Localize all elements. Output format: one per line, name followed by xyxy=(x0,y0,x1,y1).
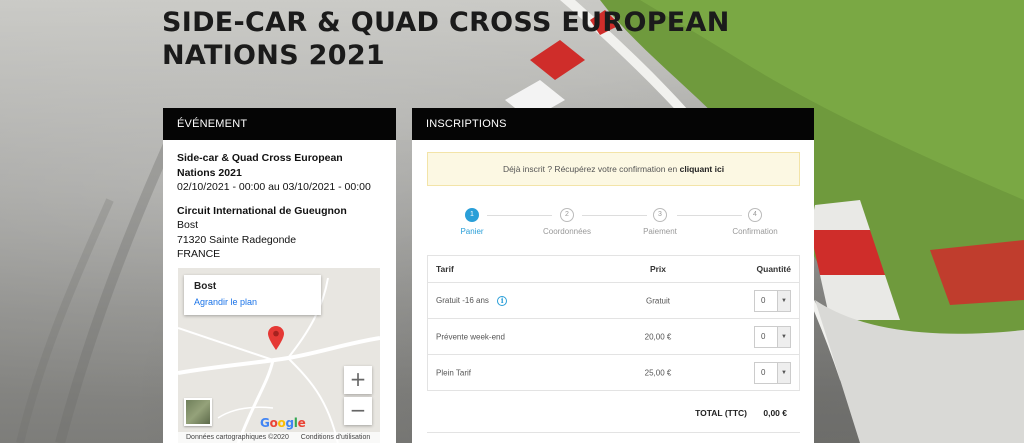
event-dates: 02/10/2021 - 00:00 au 03/10/2021 - 00:00 xyxy=(177,181,371,193)
table-row: Plein Tarif 25,00 € 0 ▼ xyxy=(428,355,799,391)
already-registered-alert: Déjà inscrit ? Récupérez votre confirmat… xyxy=(427,152,800,186)
tariff-name-cell: Gratuit -16 ans i xyxy=(436,295,508,306)
step-paiement: 3 Paiement xyxy=(615,208,705,236)
col-prix: Prix xyxy=(649,264,667,274)
step-label: Panier xyxy=(460,227,484,236)
quantity-select[interactable]: 0 ▼ xyxy=(754,325,791,348)
info-icon[interactable]: i xyxy=(497,295,508,306)
satellite-view-toggle[interactable] xyxy=(184,398,212,426)
enlarge-map-link[interactable]: Agrandir le plan xyxy=(194,297,311,307)
step-panier: 1 Panier xyxy=(427,208,517,236)
table-row: Gratuit -16 ans i Gratuit 0 ▼ xyxy=(428,283,799,319)
total-label: TOTAL (TTC) xyxy=(695,408,747,418)
tariff-price: 20,00 € xyxy=(644,332,672,341)
step-coordonnees: 2 Coordonnées xyxy=(522,208,612,236)
chevron-down-icon[interactable]: ▼ xyxy=(777,363,790,383)
map-zoom-out-button[interactable]: − xyxy=(344,397,372,425)
page-title: SIDE-CAR & QUAD CROSS EUROPEAN NATIONS 2… xyxy=(162,7,730,71)
total-value: 0,00 € xyxy=(763,408,787,418)
tariff-price: Gratuit xyxy=(645,296,670,305)
map-place-card: Bost Agrandir le plan xyxy=(184,275,321,315)
tariff-price: 25,00 € xyxy=(644,368,672,378)
inscriptions-panel-header: INSCRIPTIONS xyxy=(412,108,814,140)
table-row: Prévente week-end 20,00 € 0 ▼ xyxy=(428,319,799,355)
col-quantite: Quantité xyxy=(756,264,791,274)
map-attribution: Données cartographiques ©2020 Conditions… xyxy=(178,432,380,443)
inscriptions-panel: INSCRIPTIONS Déjà inscrit ? Récupérez vo… xyxy=(412,108,814,443)
step-confirmation: 4 Confirmation xyxy=(710,208,800,236)
tariff-name: Plein Tarif xyxy=(436,368,471,378)
quantity-select[interactable]: 0 ▼ xyxy=(754,289,791,312)
step-number: 2 xyxy=(560,208,574,222)
quantity-select[interactable]: 0 ▼ xyxy=(754,362,791,384)
event-panel-header: ÉVÉNEMENT xyxy=(163,108,396,140)
map-data-credit: Données cartographiques ©2020 xyxy=(186,434,289,441)
event-details: Side-car & Quad Cross European Nations 2… xyxy=(163,140,396,262)
map-terms-link[interactable]: Conditions d'utilisation xyxy=(301,434,370,441)
embedded-map[interactable]: Bost Agrandir le plan + − Google Données… xyxy=(178,268,380,443)
chevron-down-icon[interactable]: ▼ xyxy=(777,290,790,311)
map-place-name: Bost xyxy=(194,281,217,292)
total-row: TOTAL (TTC) 0,00 € xyxy=(427,404,800,424)
step-label: Confirmation xyxy=(732,227,778,236)
tariff-table: Tarif Prix Quantité Gratuit -16 ans i Gr… xyxy=(427,255,800,391)
step-number: 4 xyxy=(748,208,762,222)
quantity-value: 0 xyxy=(761,331,766,341)
quantity-value: 0 xyxy=(761,368,766,377)
checkout-steps: 1 Panier 2 Coordonnées 3 Paiement 4 Conf… xyxy=(427,208,800,238)
alert-text: Déjà inscrit ? Récupérez votre confirmat… xyxy=(502,164,678,174)
chevron-down-icon[interactable]: ▼ xyxy=(777,326,790,347)
tariff-name: Prévente week-end xyxy=(436,332,505,341)
map-pin-icon[interactable] xyxy=(268,326,284,350)
retrieve-confirmation-link[interactable]: cliquant ici xyxy=(680,164,724,174)
tariff-table-header: Tarif Prix Quantité xyxy=(428,256,799,283)
address-line2: 71320 Sainte Radegonde xyxy=(177,233,297,246)
divider xyxy=(427,432,800,433)
address-country: FRANCE xyxy=(177,248,221,260)
address-line1: Bost xyxy=(177,219,199,231)
google-logo: Google xyxy=(260,416,306,430)
step-label: Coordonnées xyxy=(542,227,592,236)
col-tarif: Tarif xyxy=(436,264,454,274)
quantity-value: 0 xyxy=(761,295,766,305)
step-label: Paiement xyxy=(643,227,677,236)
venue-name: Circuit International de Gueugnon xyxy=(177,204,347,217)
step-number: 1 xyxy=(465,208,479,222)
tariff-name: Gratuit -16 ans xyxy=(436,295,489,305)
step-number: 3 xyxy=(653,208,667,222)
event-name: Side-car & Quad Cross European Nations 2… xyxy=(177,152,343,179)
event-panel: ÉVÉNEMENT Side-car & Quad Cross European… xyxy=(163,108,396,443)
map-zoom-in-button[interactable]: + xyxy=(344,366,372,394)
